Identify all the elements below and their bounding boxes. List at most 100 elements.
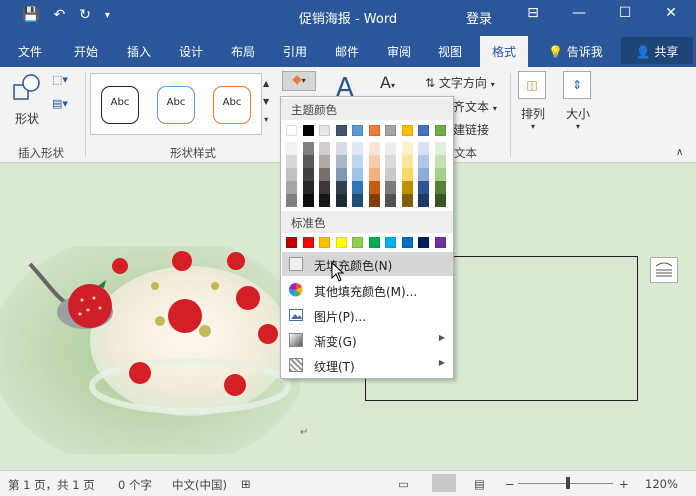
theme-shade-swatch[interactable] xyxy=(368,194,380,207)
theme-shade-swatch[interactable] xyxy=(352,194,363,207)
share-button[interactable]: 👤 共享 xyxy=(621,37,693,64)
theme-shade-swatch[interactable] xyxy=(401,168,413,181)
tab-review[interactable]: 审阅 xyxy=(387,43,411,60)
tab-design[interactable]: 设计 xyxy=(179,43,203,60)
theme-shade-swatch[interactable] xyxy=(319,181,330,194)
standard-color-swatch[interactable] xyxy=(401,237,413,248)
theme-color-swatch[interactable] xyxy=(385,125,396,136)
standard-color-swatch[interactable] xyxy=(319,237,330,248)
theme-shade-swatch[interactable] xyxy=(286,155,297,168)
standard-color-swatch[interactable] xyxy=(302,237,314,248)
page-count[interactable]: 第 1 页，共 1 页 xyxy=(8,477,95,493)
theme-shade-swatch[interactable] xyxy=(286,194,297,207)
arrange-button[interactable]: ◫ 排列 ▾ xyxy=(518,71,548,131)
theme-color-swatch[interactable] xyxy=(352,125,363,136)
theme-shade-swatch[interactable] xyxy=(418,194,429,207)
theme-shade-swatch[interactable] xyxy=(401,181,413,194)
theme-shade-swatch[interactable] xyxy=(286,142,297,155)
style-sample-orange[interactable]: Abc xyxy=(213,86,251,124)
web-layout-icon[interactable]: ▤ xyxy=(474,477,485,491)
theme-shade-swatch[interactable] xyxy=(302,181,314,194)
theme-color-swatch[interactable] xyxy=(335,125,347,136)
text-box-icon[interactable]: ▤▾ xyxy=(52,97,68,110)
tab-format[interactable]: 格式 xyxy=(480,36,529,67)
scroll-down-icon[interactable]: ▼ xyxy=(263,93,269,111)
gallery-scroll[interactable]: ▲ ▼ ▾ xyxy=(263,75,269,129)
scroll-up-icon[interactable]: ▲ xyxy=(263,75,269,93)
theme-shade-swatch[interactable] xyxy=(302,194,314,207)
theme-shade-swatch[interactable] xyxy=(319,168,330,181)
theme-shade-swatch[interactable] xyxy=(385,194,396,207)
theme-shade-swatch[interactable] xyxy=(418,155,429,168)
theme-shade-swatch[interactable] xyxy=(401,155,413,168)
align-text-button[interactable]: 齐文本 ▾ xyxy=(453,98,497,115)
theme-shade-swatch[interactable] xyxy=(434,181,446,194)
theme-shade-swatch[interactable] xyxy=(319,142,330,155)
shape-fill-button[interactable]: ◆▾ xyxy=(282,71,316,91)
theme-shade-swatch[interactable] xyxy=(352,142,363,155)
theme-color-swatch[interactable] xyxy=(286,125,297,136)
theme-shade-swatch[interactable] xyxy=(302,168,314,181)
theme-color-swatch[interactable] xyxy=(418,125,429,136)
theme-shade-swatch[interactable] xyxy=(302,142,314,155)
theme-shade-swatch[interactable] xyxy=(368,142,380,155)
theme-shade-swatch[interactable] xyxy=(418,168,429,181)
theme-shade-swatch[interactable] xyxy=(319,155,330,168)
standard-color-swatch[interactable] xyxy=(335,237,347,248)
zoom-in-icon[interactable]: + xyxy=(619,477,629,491)
theme-shade-swatch[interactable] xyxy=(352,168,363,181)
collapse-ribbon-icon[interactable]: ∧ xyxy=(676,147,683,158)
tab-view[interactable]: 视图 xyxy=(438,43,462,60)
print-layout-icon[interactable] xyxy=(432,474,456,492)
theme-shade-swatch[interactable] xyxy=(286,168,297,181)
read-mode-icon[interactable]: ▭ xyxy=(398,477,409,491)
theme-shade-swatch[interactable] xyxy=(368,168,380,181)
theme-shade-swatch[interactable] xyxy=(335,142,347,155)
no-fill-item[interactable]: 无填充颜色(N) xyxy=(282,252,453,276)
close-icon[interactable]: ✕ xyxy=(648,5,694,21)
tell-me[interactable]: 💡 告诉我 xyxy=(548,43,603,60)
theme-shade-swatch[interactable] xyxy=(434,168,446,181)
standard-color-swatch[interactable] xyxy=(418,237,429,248)
theme-color-swatch[interactable] xyxy=(302,125,314,136)
tab-references[interactable]: 引用 xyxy=(283,43,307,60)
text-direction-button[interactable]: ⇅ 文字方向 ▾ xyxy=(425,74,495,91)
more-fill-colors-item[interactable]: 其他填充颜色(M)... xyxy=(282,278,453,302)
tab-layout[interactable]: 布局 xyxy=(231,43,255,60)
theme-shade-swatch[interactable] xyxy=(385,168,396,181)
zoom-out-icon[interactable]: − xyxy=(505,477,515,491)
maximize-icon[interactable]: ☐ xyxy=(602,5,648,21)
theme-shade-swatch[interactable] xyxy=(302,155,314,168)
theme-color-swatch[interactable] xyxy=(401,125,413,136)
theme-color-swatch[interactable] xyxy=(368,125,380,136)
theme-shade-swatch[interactable] xyxy=(401,194,413,207)
theme-shade-swatch[interactable] xyxy=(319,194,330,207)
theme-shade-swatch[interactable] xyxy=(418,181,429,194)
word-count[interactable]: 0 个字 xyxy=(118,477,152,493)
theme-shade-swatch[interactable] xyxy=(434,142,446,155)
layout-options-icon[interactable] xyxy=(650,257,678,283)
theme-shade-swatch[interactable] xyxy=(335,181,347,194)
theme-shade-swatch[interactable] xyxy=(385,181,396,194)
size-button[interactable]: ⇕ 大小 ▾ xyxy=(563,71,593,131)
dessert-image[interactable] xyxy=(0,246,300,476)
tab-insert[interactable]: 插入 xyxy=(127,43,151,60)
macro-icon[interactable]: ⊞ xyxy=(241,477,251,491)
theme-shade-swatch[interactable] xyxy=(335,168,347,181)
login-link[interactable]: 登录 xyxy=(466,8,492,27)
picture-fill-item[interactable]: 图片(P)... xyxy=(282,303,453,327)
theme-shade-swatch[interactable] xyxy=(352,181,363,194)
theme-shade-swatch[interactable] xyxy=(418,142,429,155)
ribbon-display-icon[interactable]: ⊟ xyxy=(510,5,556,21)
theme-color-swatch[interactable] xyxy=(434,125,446,136)
tab-mailings[interactable]: 邮件 xyxy=(335,43,359,60)
theme-color-swatch[interactable] xyxy=(319,125,330,136)
texture-fill-item[interactable]: 纹理(T) ▶ xyxy=(282,353,453,377)
standard-color-swatch[interactable] xyxy=(352,237,363,248)
style-sample-blue[interactable]: Abc xyxy=(157,86,195,124)
theme-shade-swatch[interactable] xyxy=(401,142,413,155)
tab-file[interactable]: 文件 xyxy=(18,43,42,60)
tab-home[interactable]: 开始 xyxy=(74,43,98,60)
theme-shade-swatch[interactable] xyxy=(385,155,396,168)
theme-shade-swatch[interactable] xyxy=(368,181,380,194)
